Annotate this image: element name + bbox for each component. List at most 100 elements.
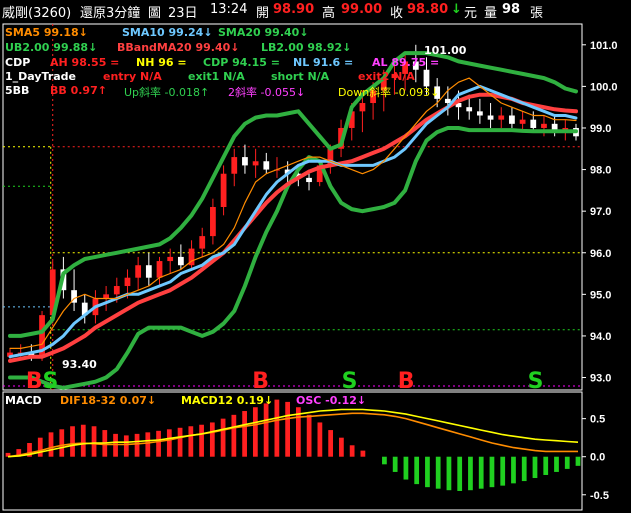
macd-legend-osc: OSC -0.12↓ [296,394,367,407]
legend-entry: entry N/A [103,70,162,83]
osc-bar [554,456,559,472]
legend-daytrade[interactable]: 1_DayTrade [5,70,76,83]
candle-body [263,161,270,170]
osc-bar [489,456,495,488]
price-tick-label: 94.0 [590,331,611,343]
osc-bar [575,456,581,466]
candle-body [231,157,238,174]
price-tick-label: 99.0 [590,123,611,135]
legend-cdp-title[interactable]: CDP [5,56,30,69]
legend-sma5[interactable]: SMA5 99.18↓ [5,26,88,39]
line-sma20 [8,92,578,363]
legend-sma10[interactable]: SMA10 99.24↓ [122,26,213,39]
osc-bar [511,456,516,484]
price-axis: 101.0 100.0 99.0 98.0 97.0 96.0 95.0 94.0 93.0 [582,40,618,385]
macd-tick-label: 0.5 [590,414,605,426]
signal-s: S [42,369,58,394]
candle-body [444,98,451,104]
osc-bar [252,407,258,457]
macd-legend-macd: MACD12 0.19↓ [181,394,274,407]
candle-body [541,123,547,128]
candle-body [145,265,152,278]
macd-tick-label: -0.5 [590,490,609,502]
osc-bar [48,432,54,457]
signal-b: B [398,369,415,394]
candle-body [124,277,131,287]
legend-bband[interactable]: BBandMA20 99.40↓ [117,41,240,54]
price-tick-label: 101.0 [590,40,618,52]
osc-bar [392,456,398,472]
legend-bb: BB 0.97↑ [50,84,107,97]
candle-body [242,157,248,166]
price-tick-label: 100.0 [590,81,618,93]
peak-price-label: 101.00 [424,44,467,57]
macd-panel-border [2,391,583,511]
osc-bar [435,456,441,489]
candle-body [135,265,142,278]
osc-bar [478,456,484,489]
legend-up-slope: Up斜率 -0.018↑ [124,86,210,99]
candle-body [466,107,473,112]
osc-bar [532,456,538,479]
legend-exit1: exit1 N/A [188,70,245,83]
macd-panel [5,399,581,491]
candle-body [530,119,537,128]
osc-bar [414,456,420,485]
price-tick-label: 95.0 [590,289,611,301]
osc-bar [339,437,344,457]
macd-tick-label: 0.0 [590,452,605,464]
osc-bar [263,403,269,457]
osc-bar [134,433,140,457]
osc-bar [468,456,473,491]
osc-bar [360,450,366,457]
osc-bar [209,422,215,457]
candle-body [167,256,174,262]
legend-sma20[interactable]: SMA20 99.40↓ [218,26,309,39]
price-tick-label: 93.0 [590,373,611,385]
candle-body [156,261,163,278]
candle-body [103,294,109,299]
legend-nh: NH 96 = [136,56,187,69]
legend-5bb[interactable]: 5BB [5,84,29,97]
line-sma10 [8,84,578,359]
macd-title[interactable]: MACD [5,394,42,407]
candle-body [210,207,216,237]
legend-ub2[interactable]: UB2.00 99.88↓ [5,41,97,54]
osc-bar [123,435,129,457]
osc-bar [306,414,312,457]
osc-bar [242,411,247,457]
signal-s: S [528,369,544,394]
price-tick-label: 97.0 [590,206,611,218]
osc-bar [70,426,75,457]
osc-bar [145,432,151,457]
legend-cdp: CDP 94.15 = [203,56,280,69]
candle-body [498,115,505,120]
candle-body [509,115,515,124]
candle-body [487,115,494,120]
osc-bar [457,456,463,491]
candle-body [113,286,120,295]
price-tick-label: 98.0 [590,165,611,177]
macd-legend-dif: DIF18-32 0.07↓ [60,394,157,407]
macd-axis: 0.5 0.0 -0.5 [582,414,609,502]
osc-bar [500,456,506,486]
low-price-label: 93.40 [62,358,97,371]
legend-exit2: exit2 N/A [358,70,415,83]
osc-bar [188,426,194,457]
osc-bar [274,399,280,457]
legend-nl: NL 91.6 = [293,56,354,69]
legend-short: short N/A [271,70,330,83]
candle-body [252,161,259,166]
candle-body [359,103,366,112]
legend-lb2[interactable]: LB2.00 98.92↓ [261,41,351,54]
osc-bar [91,426,97,457]
signal-s: S [342,369,358,394]
signal-b: B [26,369,43,394]
osc-bar [521,456,527,482]
candle-body [519,119,526,124]
legend-2-slope: 2斜率 -0.055↓ [228,86,306,99]
signal-b: B [252,369,269,394]
osc-bar [349,445,355,457]
candle-body [306,177,312,183]
osc-bar [156,430,161,457]
